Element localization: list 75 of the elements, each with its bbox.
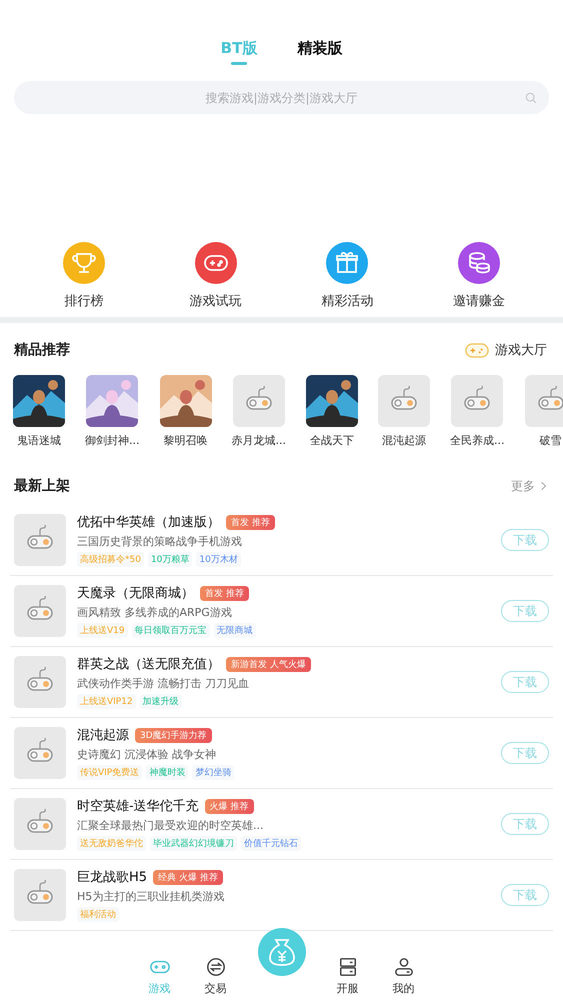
controller-placeholder-icon[interactable] (451, 375, 504, 427)
game-title[interactable]: 巨龙战歌H5 (77, 868, 148, 886)
game-title[interactable]: 混沌起源 (77, 726, 129, 744)
promo-badge: 新游首发 人气火爆 (226, 656, 311, 672)
gift-icon[interactable] (326, 242, 368, 284)
promo-badge: 火爆 推荐 (204, 798, 254, 814)
game-name: 全民养成... (450, 433, 504, 448)
section-title: 精品推荐 (14, 341, 70, 359)
search-field[interactable]: 搜索游戏|游戏分类|游戏大厅 (14, 81, 549, 114)
version-tab[interactable]: 精装版 (297, 38, 342, 70)
money-bag-button[interactable] (258, 928, 306, 976)
controller-placeholder-icon[interactable] (524, 375, 563, 427)
nav-label: 我的 (392, 981, 414, 996)
game-title[interactable]: 天魔录（无限商城） (77, 584, 194, 602)
perk-tag: 10万粮草 (148, 552, 192, 567)
perk-tag: 每日领取百万元宝 (132, 623, 210, 638)
controller-placeholder-icon[interactable] (14, 869, 66, 921)
game-name: 鬼语迷城 (17, 433, 61, 448)
perk-tag: 梦幻坐骑 (192, 765, 234, 780)
game-name: 御剑封神... (85, 433, 140, 448)
controller-placeholder-icon[interactable] (14, 656, 66, 708)
perk-tag: 高级招募令*50 (77, 552, 144, 567)
game-description: 史诗魔幻 沉浸体验 战争女神 (77, 747, 217, 762)
promo-badge: 3D魔幻手游力荐 (135, 728, 212, 742)
game-description: H5为主打的三职业挂机类游戏 (77, 889, 226, 904)
game-description: 三国历史背景的策略战争手机游戏 (77, 534, 243, 549)
promo-badge: 首发 推荐 (200, 586, 249, 600)
shortcut-label: 精彩活动 (321, 293, 374, 310)
controller-placeholder-icon[interactable] (232, 375, 285, 427)
coins-icon[interactable] (458, 242, 500, 284)
controller-placeholder-icon[interactable] (14, 727, 66, 779)
promo-badge: 经典 火爆 推荐 (153, 870, 223, 884)
perk-tag: 加速升级 (140, 694, 182, 709)
chevron-right-icon (541, 481, 547, 491)
controller-placeholder-icon[interactable] (14, 798, 66, 850)
trophy-icon[interactable] (62, 242, 105, 284)
game-name: 黎明召唤 (164, 433, 208, 448)
game-description: 汇聚全球最热门最受欢迎的时空英雄... (77, 818, 264, 833)
game-title[interactable]: 时空英雄-送华佗千充 (77, 797, 199, 815)
perk-tag: 送无敌奶爸华佗 (77, 836, 146, 851)
controller-placeholder-icon[interactable] (378, 375, 430, 427)
perk-tag: 福利活动 (77, 907, 119, 922)
user-icon[interactable] (394, 957, 414, 977)
game-name: 全战天下 (310, 433, 354, 448)
game-description: 武侠动作类手游 流畅打击 刀刀见血 (77, 676, 250, 691)
game-name: 破雪 (540, 433, 562, 448)
game-title[interactable]: 群英之战（送无限充值） (77, 655, 220, 673)
server-icon[interactable] (338, 957, 358, 977)
gamepad-icon[interactable] (194, 242, 237, 284)
nav-label: 交易 (204, 981, 226, 996)
search-icon (525, 92, 537, 104)
exchange-icon[interactable] (206, 957, 226, 977)
nav-label: 开服 (336, 981, 358, 996)
shortcut-label: 游戏试玩 (190, 293, 242, 310)
perk-tag: 价值千元钻石 (241, 836, 301, 851)
controller-placeholder-icon[interactable] (14, 585, 66, 637)
perk-tag: 无限商城 (214, 623, 256, 638)
perk-tag: 传说VIP免费送 (77, 765, 142, 780)
nav-label: 游戏 (148, 981, 170, 996)
perk-tag: 上线送V19 (77, 623, 128, 638)
shortcut-label: 邀请赚金 (453, 293, 506, 310)
shortcut-label: 排行榜 (64, 293, 104, 310)
perk-tag: 毕业武器幻幻境镰刀 (150, 836, 237, 851)
game-description: 画风精致 多线养成的ARPG游戏 (77, 605, 233, 620)
gamepad-icon (465, 342, 489, 358)
game-hall-link[interactable]: 游戏大厅 (495, 341, 547, 359)
perk-tag: 10万木材 (196, 552, 241, 567)
promo-badge: 首发 推荐 (226, 514, 275, 530)
game-name: 赤月龙城... (232, 433, 286, 448)
controller-placeholder-icon[interactable] (14, 514, 66, 566)
perk-tag: 神魔时装 (146, 765, 188, 780)
game-title[interactable]: 优拓中华英雄（加速版） (77, 513, 220, 531)
game-name: 混沌起源 (382, 433, 426, 448)
perk-tag: 上线送VIP12 (77, 694, 136, 709)
section-title: 最新上架 (14, 477, 70, 495)
